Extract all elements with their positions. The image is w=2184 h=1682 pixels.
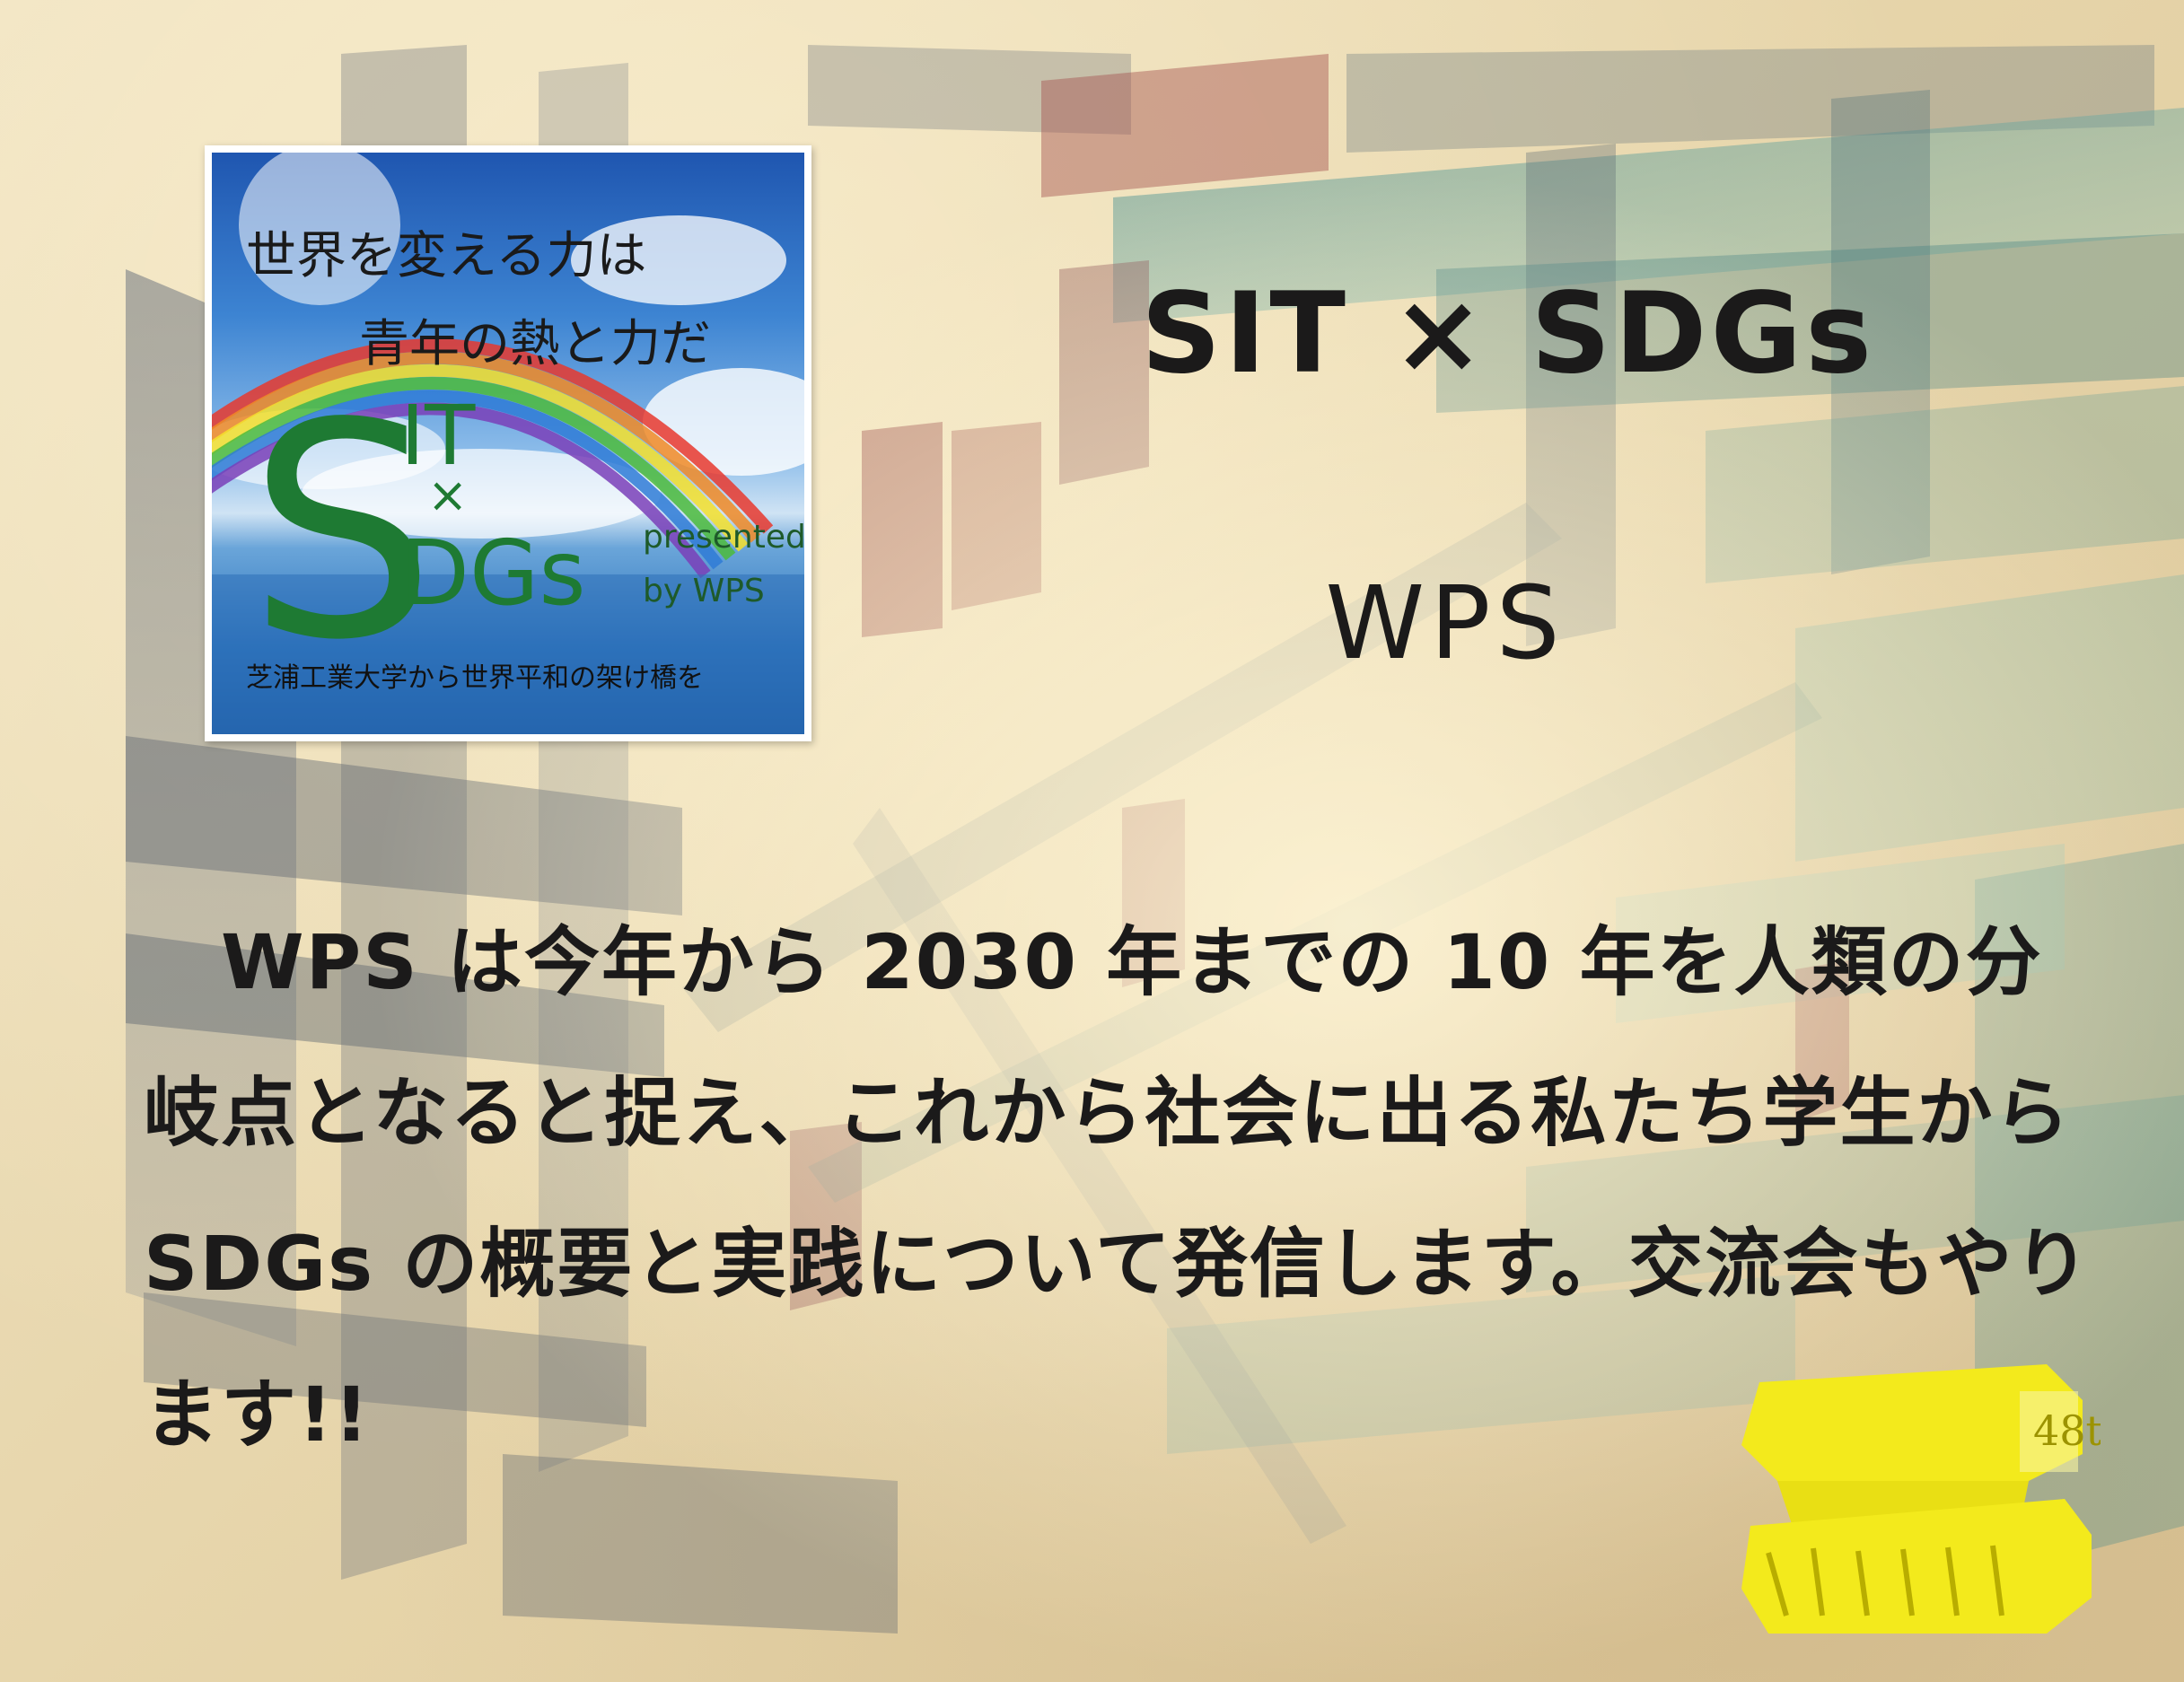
logo-headline-line1: 世界を変える力は: [246, 227, 647, 285]
logo-tagline: 芝浦工業大学から世界平和の架け橋を: [246, 662, 704, 694]
organizer-name: WPS: [1325, 565, 1566, 682]
logo-letters-dgs: DGs: [400, 521, 586, 626]
event-title: SIT × SDGs: [1140, 269, 1876, 399]
sit-sdgs-logo: 世界を変える力は 青年の熱と力だ S IT × DGs presented by…: [205, 145, 811, 741]
badge-edition-text: 48th: [2033, 1406, 2101, 1455]
logo-by-line: by WPS: [643, 573, 765, 609]
logo-presented: presented: [643, 519, 806, 556]
event-page: 世界を変える力は 青年の熱と力だ S IT × DGs presented by…: [0, 0, 2184, 1682]
logo-times-sign: ×: [427, 467, 469, 523]
festival-48th-badge: 48th: [1741, 1364, 2101, 1634]
